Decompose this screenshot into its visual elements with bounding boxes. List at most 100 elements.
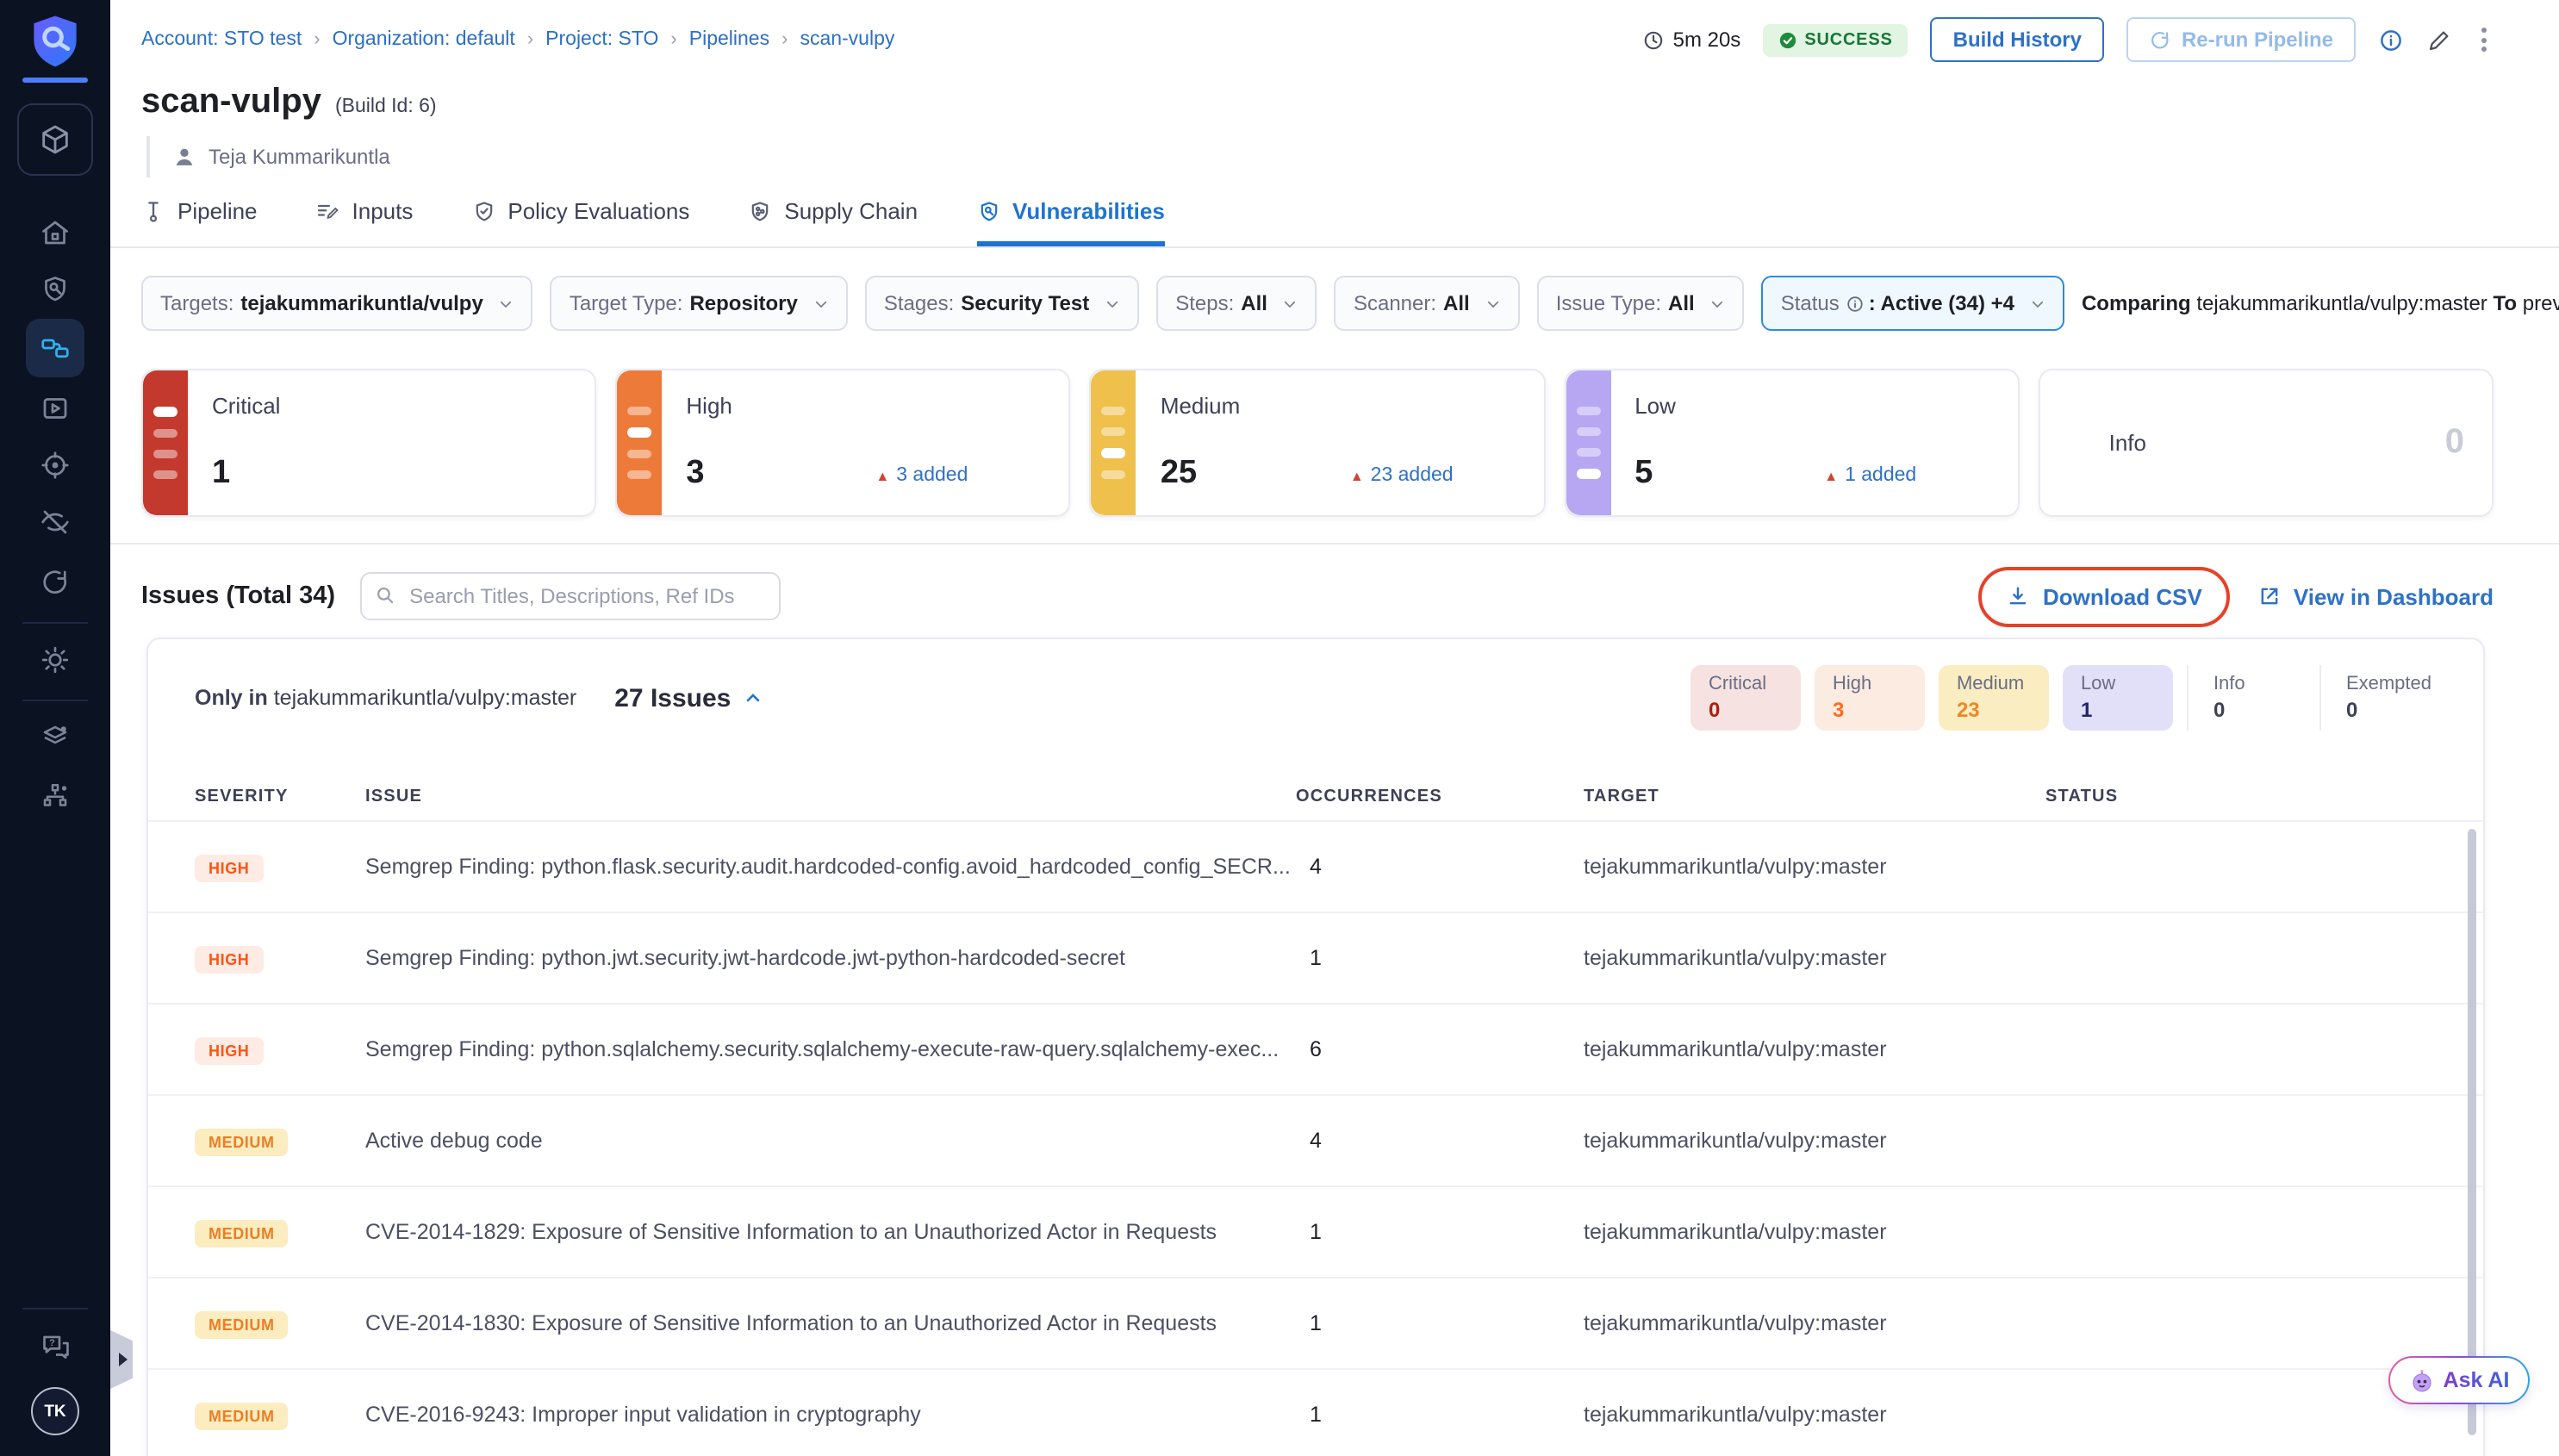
more-options-kebab-icon[interactable] xyxy=(2475,24,2494,55)
view-in-dashboard-button[interactable]: View in Dashboard xyxy=(2257,583,2494,609)
executions-icon[interactable] xyxy=(40,393,71,424)
filter-steps[interactable]: Steps:All xyxy=(1156,276,1317,331)
severity-count-chips: Critical0 High3 Medium23 Low1 Info0 Exem… xyxy=(1678,665,2449,731)
edit-pencil-icon[interactable] xyxy=(2426,27,2452,53)
chevron-down-icon xyxy=(1283,296,1298,311)
annotation-highlight-ring: Download CSV xyxy=(1979,566,2230,626)
card-medium[interactable]: Medium 25 ▲23 added xyxy=(1090,369,1545,517)
page-title: scan-vulpy xyxy=(141,83,321,122)
chevron-down-icon xyxy=(2030,296,2045,311)
sidebar-divider xyxy=(22,622,88,624)
breadcrumb-org[interactable]: Organization: default xyxy=(333,29,515,50)
severity-badge: MEDIUM xyxy=(195,1311,289,1339)
severity-gauge xyxy=(143,370,188,515)
breadcrumb-separator: › xyxy=(781,29,788,50)
help-chat-icon[interactable]: ? xyxy=(39,1330,72,1363)
card-critical[interactable]: Critical 1 xyxy=(141,369,596,517)
severity-badge: MEDIUM xyxy=(195,1129,289,1156)
inputs-tab-icon xyxy=(316,199,340,223)
module-selector-button[interactable] xyxy=(17,103,93,176)
tab-supply-chain[interactable]: Supply Chain xyxy=(748,198,918,246)
chip-info[interactable]: Info0 xyxy=(2188,665,2307,731)
chevron-up-icon[interactable] xyxy=(743,688,763,708)
svg-text:?: ? xyxy=(48,1338,54,1348)
filter-target-type[interactable]: Target Type:Repository xyxy=(551,276,848,331)
home-icon[interactable] xyxy=(40,217,71,248)
chip-critical[interactable]: Critical0 xyxy=(1691,665,1802,731)
table-row[interactable]: MEDIUM CVE-2016-9243: Improper input val… xyxy=(148,1368,2483,1456)
table-row[interactable]: MEDIUM CVE-2014-1829: Exposure of Sensit… xyxy=(148,1185,2483,1277)
hidden-issues-eye-slash-icon[interactable] xyxy=(40,507,71,538)
tab-policy-evaluations[interactable]: Policy Evaluations xyxy=(471,198,689,246)
chevron-down-icon xyxy=(813,296,829,311)
chip-medium[interactable]: Medium23 xyxy=(1939,665,2050,731)
section-divider xyxy=(110,543,2559,544)
table-row[interactable]: MEDIUM CVE-2014-1830: Exposure of Sensit… xyxy=(148,1277,2483,1368)
filter-issue-type[interactable]: Issue Type:All xyxy=(1537,276,1745,331)
card-high[interactable]: High 3 ▲3 added xyxy=(615,369,1070,517)
filter-scanner[interactable]: Scanner:All xyxy=(1335,276,1520,331)
table-row[interactable]: MEDIUM Active debug code 4 tejakummariku… xyxy=(148,1094,2483,1185)
severity-gauge xyxy=(1092,370,1136,515)
sidebar-divider xyxy=(22,700,88,701)
issues-heading: Issues (Total 34) xyxy=(141,582,335,610)
breadcrumb-pipelines[interactable]: Pipelines xyxy=(689,29,769,50)
sto-shield-logo-icon[interactable] xyxy=(29,14,81,69)
breadcrumb-separator: › xyxy=(527,29,533,50)
rerun-pipeline-button[interactable]: Re-run Pipeline xyxy=(2126,17,2356,62)
info-icon xyxy=(1846,294,1865,313)
org-settings-icon[interactable] xyxy=(40,781,71,812)
filter-stages[interactable]: Stages:Security Test xyxy=(865,276,1139,331)
search-input[interactable] xyxy=(359,572,780,620)
card-info[interactable]: Info 0 xyxy=(2039,369,2494,517)
info-icon[interactable] xyxy=(2378,27,2404,53)
severity-badge: HIGH xyxy=(195,855,263,882)
chevron-down-icon xyxy=(499,296,514,311)
table-scrollbar[interactable] xyxy=(2468,829,2476,1435)
severity-badge: MEDIUM xyxy=(195,1220,289,1248)
chip-low[interactable]: Low1 xyxy=(2064,665,2174,731)
filters-row: Targets:tejakummarikuntla/vulpy Target T… xyxy=(110,276,2559,331)
build-id-label: (Build Id: 6) xyxy=(335,96,437,117)
build-history-button[interactable]: Build History xyxy=(1931,17,2104,62)
breadcrumb-project[interactable]: Project: STO xyxy=(545,29,658,50)
app-window: ? TK Account: STO test › Organization: d… xyxy=(0,0,2559,1456)
card-low[interactable]: Low 5 ▲1 added xyxy=(1564,369,2019,517)
refresh-icon xyxy=(2149,28,2171,51)
tab-inputs[interactable]: Inputs xyxy=(316,198,414,246)
scan-overview-icon[interactable] xyxy=(40,274,71,305)
breadcrumb-account[interactable]: Account: STO test xyxy=(141,29,302,50)
targets-icon[interactable] xyxy=(40,450,71,481)
severity-badge: HIGH xyxy=(195,946,263,974)
triangle-up-icon: ▲ xyxy=(1350,468,1364,483)
top-bar: Account: STO test › Organization: defaul… xyxy=(110,0,2559,72)
sidebar-divider xyxy=(22,1308,88,1310)
tab-vulnerabilities[interactable]: Vulnerabilities xyxy=(976,198,1165,246)
pipelines-icon[interactable] xyxy=(26,319,84,377)
table-row[interactable]: HIGH Semgrep Finding: python.flask.secur… xyxy=(148,820,2483,912)
build-duration: 5m 20s xyxy=(1642,28,1741,52)
left-nav-sidebar: ? TK xyxy=(0,0,110,1456)
settings-gear-icon[interactable] xyxy=(40,644,71,675)
breadcrumb-current[interactable]: scan-vulpy xyxy=(800,29,894,50)
getting-started-icon[interactable] xyxy=(40,567,71,598)
issues-group-header[interactable]: Only in tejakummarikuntla/vulpy:master 2… xyxy=(148,639,2483,731)
severity-summary-cards: Critical 1 High 3 ▲3 added Medium 25 ▲23… xyxy=(110,369,2559,517)
severity-gauge xyxy=(1566,370,1610,515)
ask-ai-button[interactable]: Ask AI xyxy=(2388,1356,2530,1404)
issues-toolbar: Issues (Total 34) Download CSV View in D… xyxy=(110,558,2559,634)
table-row[interactable]: HIGH Semgrep Finding: python.sqlalchemy.… xyxy=(148,1003,2483,1094)
default-settings-layers-icon[interactable] xyxy=(40,722,71,753)
tab-pipeline[interactable]: Pipeline xyxy=(141,198,258,246)
comparing-label: Comparing tejakummarikuntla/vulpy:master… xyxy=(2082,291,2559,315)
triangle-up-icon: ▲ xyxy=(875,468,889,483)
chip-exempted[interactable]: Exempted0 xyxy=(2320,665,2449,731)
download-csv-button[interactable]: Download CSV xyxy=(2007,583,2202,609)
external-link-icon xyxy=(2257,584,2282,608)
table-row[interactable]: HIGH Semgrep Finding: python.jwt.securit… xyxy=(148,912,2483,1003)
user-avatar[interactable]: TK xyxy=(31,1387,79,1435)
filter-status[interactable]: Status : Active (34) +4 xyxy=(1762,276,2064,331)
chip-high[interactable]: High3 xyxy=(1815,665,1926,731)
filter-targets[interactable]: Targets:tejakummarikuntla/vulpy xyxy=(141,276,533,331)
clock-icon xyxy=(1642,28,1665,51)
